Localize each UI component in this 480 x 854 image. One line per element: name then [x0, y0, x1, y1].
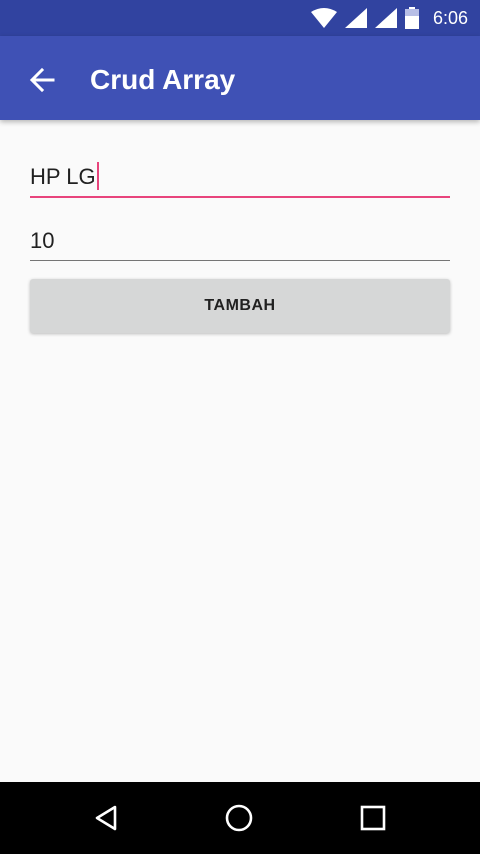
signal-icon [344, 8, 367, 28]
page-title: Crud Array [90, 64, 236, 95]
home-circle-icon [225, 804, 253, 832]
status-bar: 6:06 [0, 0, 480, 36]
back-button[interactable] [20, 58, 64, 102]
signal-icon [374, 8, 397, 28]
name-field-value: HP LG [30, 164, 96, 189]
status-time: 6:06 [432, 7, 468, 28]
quantity-field[interactable]: 10 [30, 216, 450, 261]
battery-icon [404, 7, 419, 29]
app-bar: Crud Array [0, 36, 480, 120]
recents-square-icon [360, 805, 386, 831]
quantity-field-value: 10 [30, 228, 55, 253]
nav-back-button[interactable] [88, 800, 124, 836]
arrow-left-icon [29, 67, 55, 93]
text-cursor [96, 162, 99, 190]
status-icons: 6:06 [310, 0, 468, 36]
wifi-icon [310, 8, 337, 28]
add-button[interactable]: TAMBAH [30, 279, 450, 333]
nav-home-button[interactable] [221, 800, 257, 836]
back-triangle-icon [95, 805, 117, 831]
nav-recents-button[interactable] [355, 800, 391, 836]
name-field[interactable]: HP LG [30, 152, 450, 198]
navigation-bar [0, 782, 480, 854]
add-button-label: TAMBAH [204, 297, 276, 314]
